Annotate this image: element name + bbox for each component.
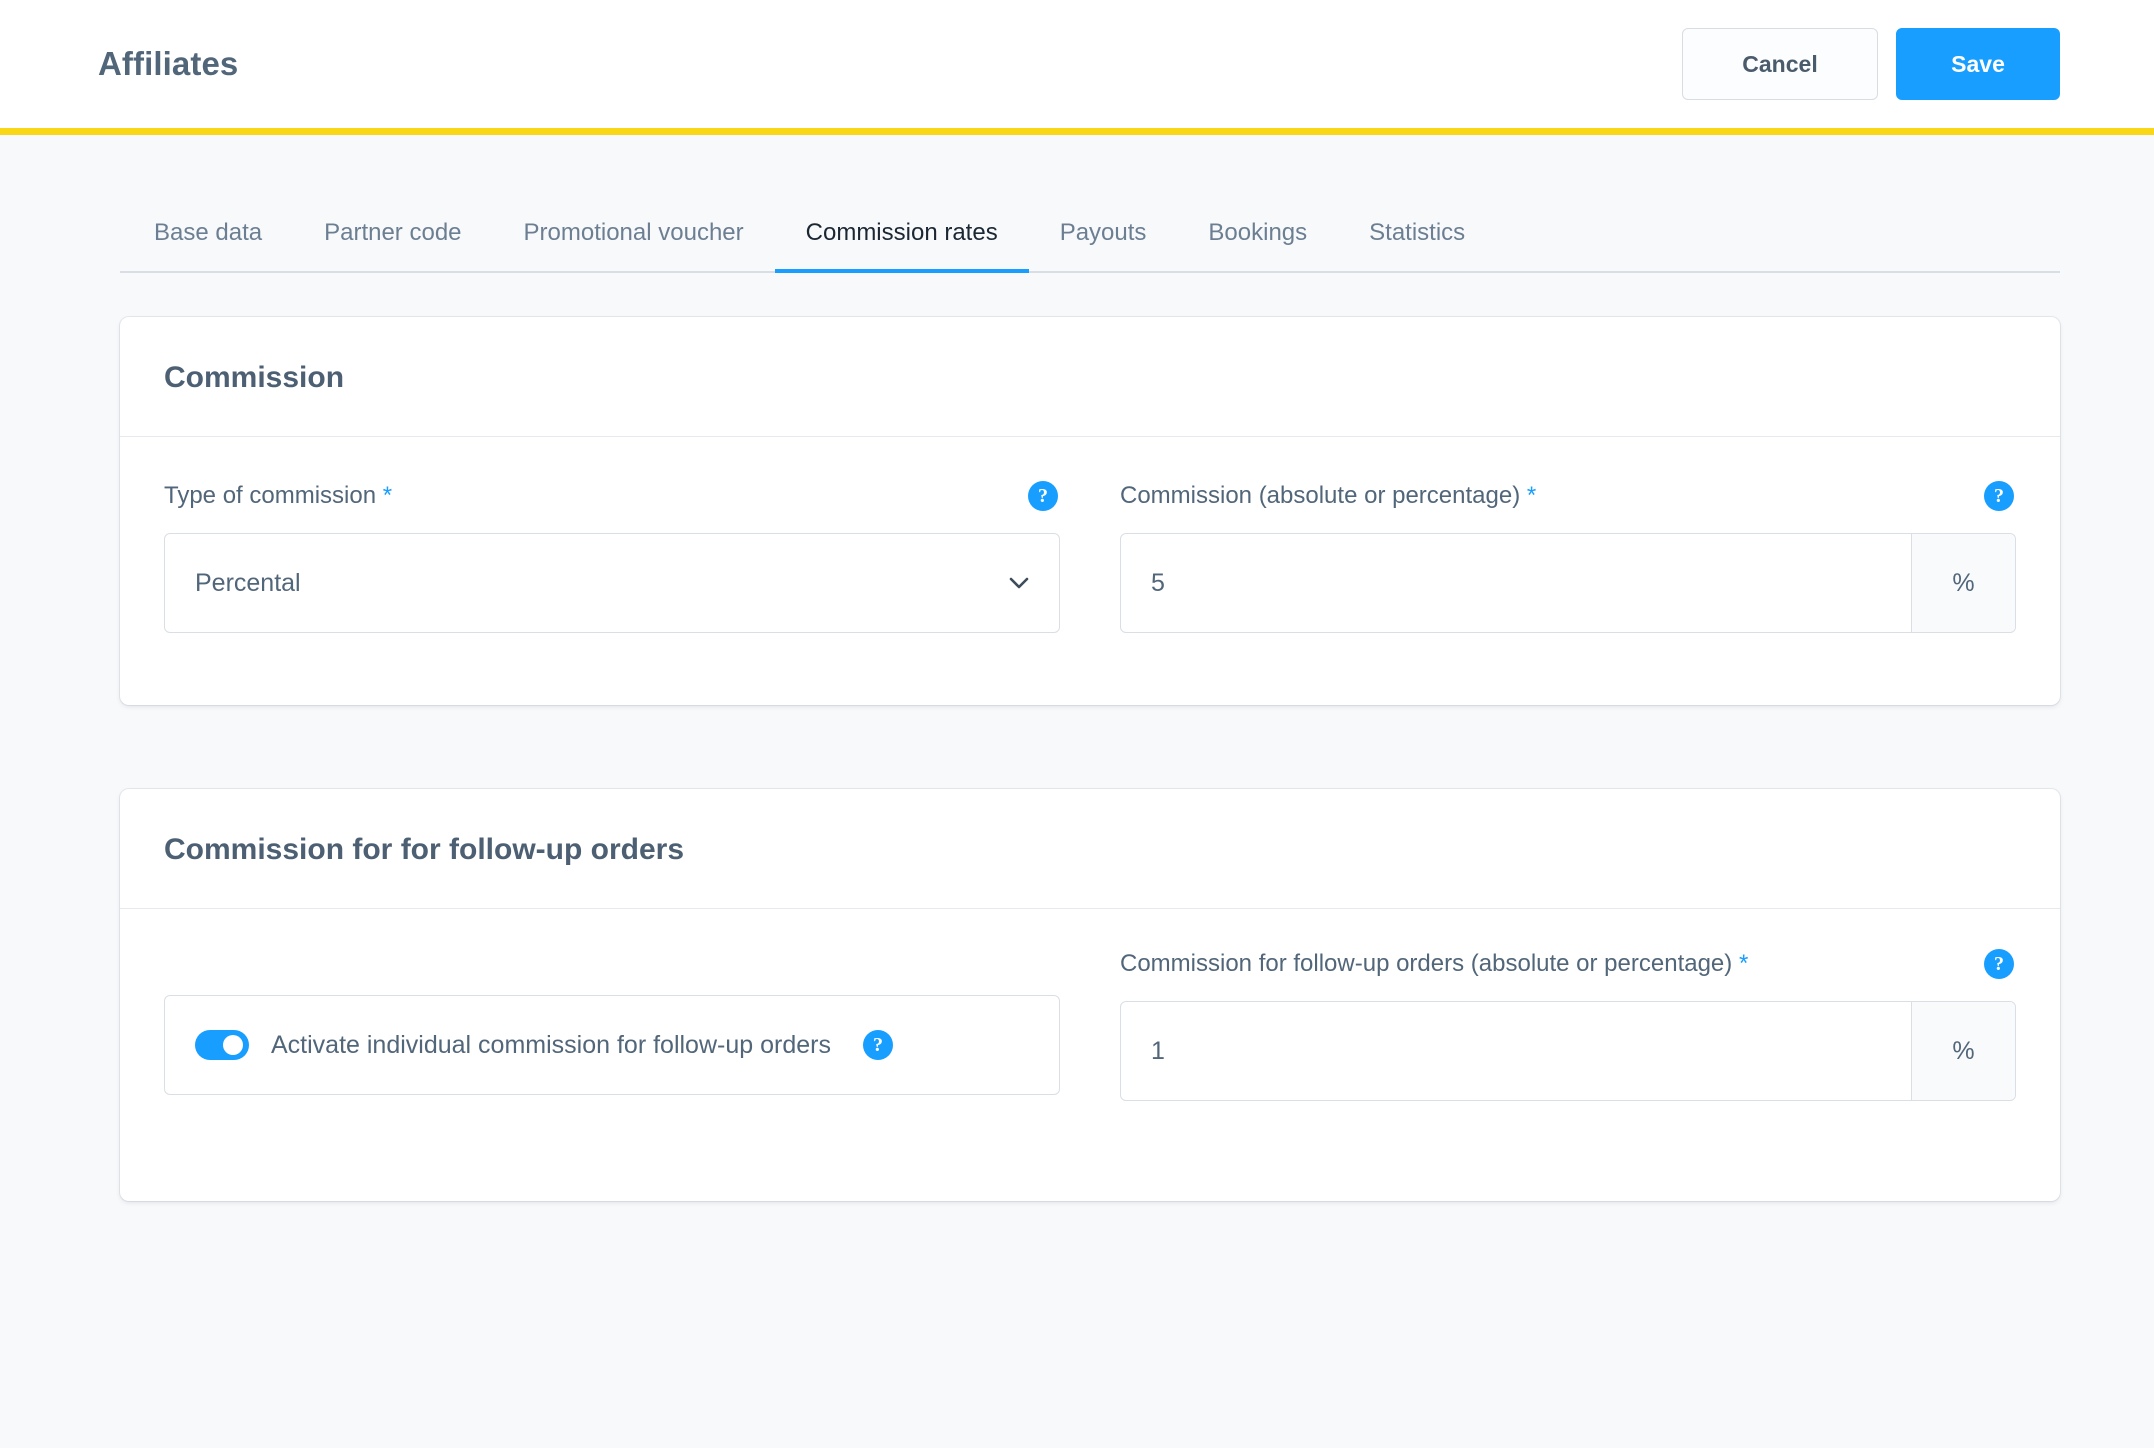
tab-base-data[interactable]: Base data — [121, 221, 293, 271]
help-icon[interactable]: ? — [1028, 481, 1058, 511]
type-of-commission-value: Percental — [195, 568, 301, 597]
tab-bookings[interactable]: Bookings — [1177, 221, 1338, 271]
tab-bar: Base data Partner code Promotional vouch… — [120, 221, 2060, 273]
followup-amount-unit-addon: % — [1911, 1002, 2015, 1100]
commission-card-title: Commission — [164, 361, 345, 394]
followup-amount-input[interactable] — [1121, 1002, 1911, 1100]
required-marker: * — [1526, 482, 1537, 509]
followup-toggle-field: Activate individual commission for follo… — [164, 949, 1060, 1101]
activate-individual-commission-toggle[interactable] — [195, 1030, 249, 1060]
tab-payouts[interactable]: Payouts — [1029, 221, 1178, 271]
commission-card: Commission Type of commission * ? Percen… — [120, 317, 2060, 705]
followup-commission-card: Commission for for follow-up orders Acti… — [120, 789, 2060, 1201]
save-button[interactable]: Save — [1896, 28, 2060, 100]
followup-amount-input-group: % — [1120, 1001, 2016, 1101]
page-title: Affiliates — [98, 45, 239, 82]
type-of-commission-field: Type of commission * ? Percental — [164, 481, 1060, 633]
commission-card-header: Commission — [120, 317, 2060, 437]
followup-toggle-label-row — [164, 949, 1060, 973]
required-marker: * — [1738, 950, 1749, 977]
commission-amount-label-text: Commission (absolute or percentage) — [1120, 482, 1521, 509]
followup-toggle-label: Activate individual commission for follo… — [271, 1030, 831, 1059]
commission-amount-field: Commission (absolute or percentage) * ? … — [1120, 481, 2016, 633]
top-bar: Affiliates Cancel Save — [0, 0, 2154, 128]
required-marker: * — [382, 482, 393, 509]
followup-card-title: Commission for for follow-up orders — [164, 833, 685, 866]
page-body: Base data Partner code Promotional vouch… — [0, 221, 2154, 1201]
commission-amount-input-group: % — [1120, 533, 2016, 633]
help-icon[interactable]: ? — [1984, 481, 2014, 511]
cancel-button[interactable]: Cancel — [1682, 28, 1878, 100]
toggle-knob — [223, 1035, 243, 1055]
followup-amount-label-text: Commission for follow-up orders (absolut… — [1120, 950, 1733, 977]
followup-card-body: Activate individual commission for follo… — [120, 909, 2060, 1201]
followup-amount-label: Commission for follow-up orders (absolut… — [1120, 952, 1748, 976]
chevron-down-icon — [1009, 577, 1029, 589]
followup-amount-label-row: Commission for follow-up orders (absolut… — [1120, 949, 2016, 979]
commission-amount-input[interactable] — [1121, 534, 1911, 632]
tab-promotional-voucher[interactable]: Promotional voucher — [493, 221, 775, 271]
accent-divider — [0, 128, 2154, 135]
commission-card-body: Type of commission * ? Percental Commiss… — [120, 437, 2060, 705]
tab-partner-code[interactable]: Partner code — [293, 221, 492, 271]
type-of-commission-label-row: Type of commission * ? — [164, 481, 1060, 511]
followup-card-header: Commission for for follow-up orders — [120, 789, 2060, 909]
commission-amount-label-row: Commission (absolute or percentage) * ? — [1120, 481, 2016, 511]
tab-commission-rates[interactable]: Commission rates — [774, 221, 1029, 273]
followup-toggle-control[interactable]: Activate individual commission for follo… — [164, 995, 1060, 1095]
top-bar-actions: Cancel Save — [1682, 28, 2060, 100]
followup-amount-field: Commission for follow-up orders (absolut… — [1120, 949, 2016, 1101]
help-icon[interactable]: ? — [1984, 949, 2014, 979]
help-icon[interactable]: ? — [862, 1030, 893, 1060]
type-of-commission-label: Type of commission * — [164, 484, 392, 508]
commission-amount-label: Commission (absolute or percentage) * — [1120, 484, 1536, 508]
type-of-commission-select[interactable]: Percental — [164, 533, 1060, 633]
tab-statistics[interactable]: Statistics — [1338, 221, 1496, 271]
type-of-commission-label-text: Type of commission — [164, 482, 377, 509]
commission-amount-unit-addon: % — [1911, 534, 2015, 632]
